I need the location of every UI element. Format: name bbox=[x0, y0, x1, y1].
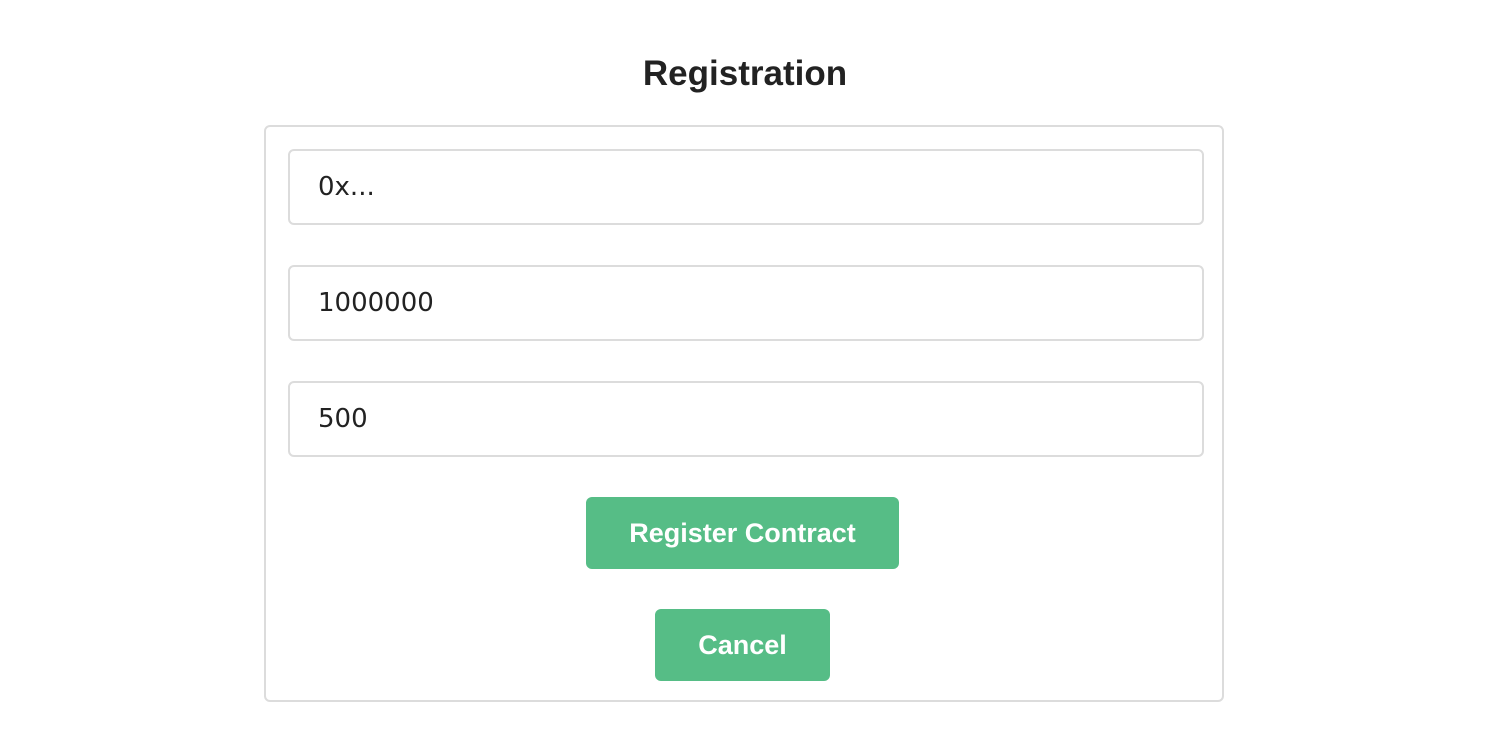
contract-address-input[interactable] bbox=[288, 149, 1204, 225]
registration-form-card: Register Contract Cancel bbox=[264, 125, 1224, 702]
page-title: Registration bbox=[642, 54, 848, 93]
value-input[interactable] bbox=[288, 381, 1204, 457]
register-contract-button[interactable]: Register Contract bbox=[586, 497, 899, 569]
cancel-button[interactable]: Cancel bbox=[655, 609, 830, 681]
amount-input[interactable] bbox=[288, 265, 1204, 341]
